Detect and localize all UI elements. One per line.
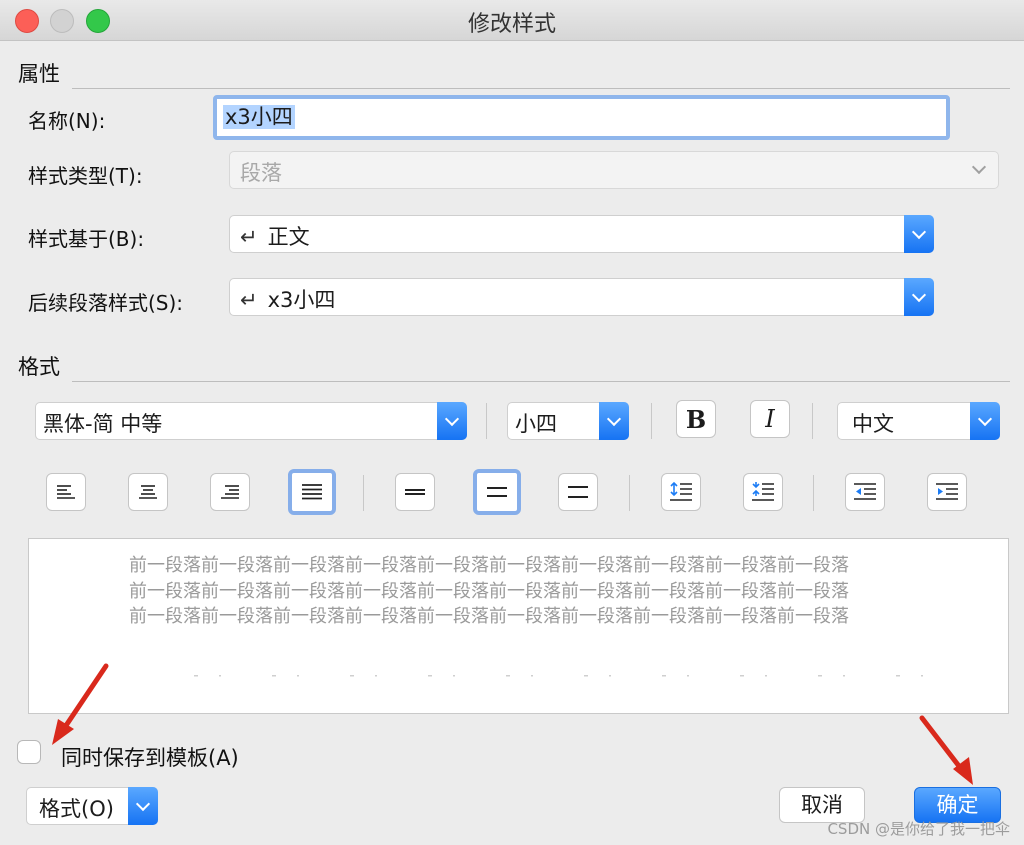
arrow-to-checkbox-icon: [52, 663, 109, 745]
arrow-to-ok-button-icon: [919, 715, 973, 785]
annotation-arrows: [52, 663, 973, 785]
